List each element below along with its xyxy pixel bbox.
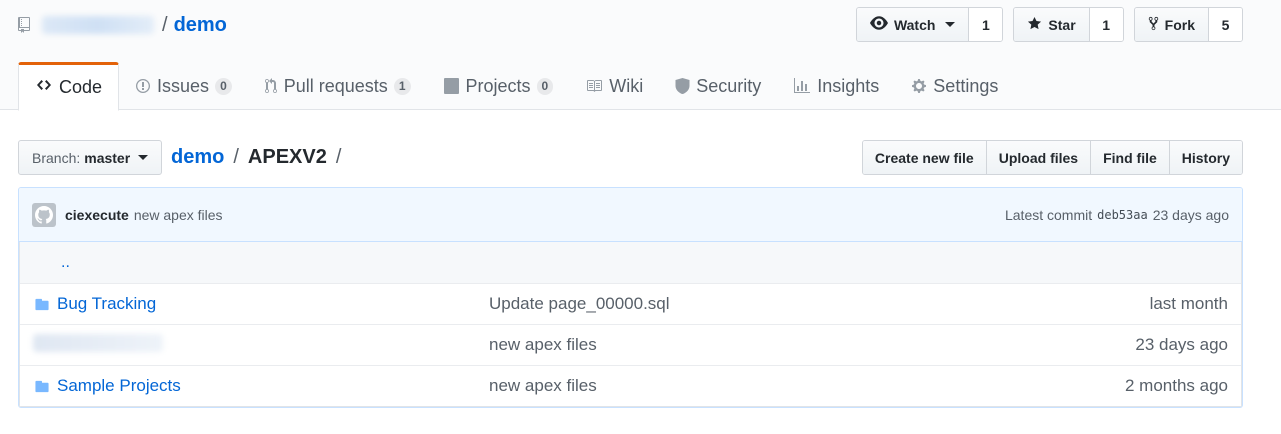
star-button[interactable]: Star <box>1014 8 1090 41</box>
gear-icon <box>911 78 927 94</box>
folder-icon <box>33 379 57 394</box>
branch-selector[interactable]: Branch: master <box>18 140 163 175</box>
file-age: 2 months ago <box>1124 376 1228 395</box>
book-icon <box>585 78 603 94</box>
file-name-link[interactable]: Sample Projects <box>57 376 489 396</box>
chevron-down-icon <box>138 155 149 160</box>
file-commit-message[interactable]: Update page_00000.sql <box>489 294 1150 314</box>
star-group: Star 1 <box>1013 7 1124 42</box>
star-count[interactable]: 1 <box>1089 8 1123 41</box>
latest-commit: Latest commit deb53aa 23 days ago <box>1005 207 1229 223</box>
pull-requests-counter: 1 <box>393 77 411 95</box>
repo-header: / demo Watch 1 Star 1 Fork 5 Code Issues… <box>0 0 1281 111</box>
tab-code[interactable]: Code <box>18 62 120 111</box>
redacted-block <box>33 333 163 352</box>
commit-tease: ciexecute new apex files Latest commit d… <box>19 188 1242 242</box>
star-icon <box>1027 16 1042 34</box>
tab-insights[interactable]: Insights <box>777 62 895 110</box>
branch-name: master <box>84 149 131 166</box>
parent-directory-link[interactable]: .. <box>61 254 70 272</box>
file-commit-message[interactable]: new apex files <box>489 376 1125 396</box>
breadcrumb-separator: / <box>233 146 239 168</box>
watch-count[interactable]: 1 <box>969 8 1003 41</box>
watch-label: Watch <box>893 16 936 33</box>
tab-label: Security <box>696 75 762 96</box>
breadcrumb-current: APEXV2 <box>247 146 327 168</box>
branch-label: Branch: <box>32 149 81 166</box>
repo-name-link[interactable]: demo <box>174 14 227 37</box>
fork-button[interactable]: Fork <box>1134 8 1209 41</box>
tab-label: Insights <box>817 75 880 96</box>
projects-counter: 0 <box>536 77 554 95</box>
tab-security[interactable]: Security <box>659 62 777 110</box>
commit-sha-link[interactable]: deb53aa <box>1097 208 1148 222</box>
watch-group: Watch 1 <box>855 7 1004 42</box>
tab-pull-requests[interactable]: Pull requests 1 <box>248 62 427 110</box>
file-browser: ciexecute new apex files Latest commit d… <box>18 187 1243 408</box>
tab-label: Code <box>59 77 103 97</box>
repo-owner-redacted[interactable] <box>42 16 154 34</box>
file-list: .. Bug Tracking Update page_00000.sql la… <box>19 242 1242 407</box>
repo-nav: Code Issues 0 Pull requests 1 Projects 0 <box>18 62 1014 111</box>
fork-icon <box>1148 16 1159 34</box>
issue-icon <box>135 78 151 94</box>
repo-title-separator: / <box>162 13 168 36</box>
file-actions: Create new file Upload files Find file H… <box>861 140 1243 175</box>
commit-message-link[interactable]: new apex files <box>134 207 223 223</box>
avatar[interactable] <box>32 202 56 227</box>
fork-count[interactable]: 5 <box>1209 8 1242 41</box>
fork-label: Fork <box>1164 16 1195 33</box>
star-label: Star <box>1048 16 1076 33</box>
breadcrumb-separator: / <box>335 146 342 168</box>
repo-actions: Watch 1 Star 1 Fork 5 <box>855 7 1243 42</box>
watch-button[interactable]: Watch <box>856 8 970 41</box>
eye-icon <box>869 16 888 33</box>
tab-settings[interactable]: Settings <box>895 62 1014 110</box>
tab-label: Projects <box>465 75 531 96</box>
graph-icon <box>793 78 811 94</box>
tab-label: Pull requests <box>283 75 388 96</box>
breadcrumb: demo / APEXV2 / <box>171 146 350 169</box>
chevron-down-icon <box>945 22 956 27</box>
file-age: last month <box>1149 294 1228 313</box>
tab-wiki[interactable]: Wiki <box>569 62 659 110</box>
file-name-redacted[interactable] <box>33 333 489 357</box>
code-icon <box>35 77 53 98</box>
tab-label: Settings <box>933 75 999 96</box>
table-row: Bug Tracking Update page_00000.sql last … <box>20 283 1241 324</box>
latest-commit-label: Latest commit <box>1004 206 1093 223</box>
create-new-file-button[interactable]: Create new file <box>862 141 987 174</box>
file-name-link[interactable]: Bug Tracking <box>57 294 489 314</box>
issues-counter: 0 <box>215 77 232 95</box>
table-row: new apex files 23 days ago <box>20 324 1241 365</box>
shield-icon <box>675 78 690 94</box>
parent-directory-row: .. <box>20 242 1241 283</box>
fork-group: Fork 5 <box>1133 7 1243 42</box>
table-row: Sample Projects new apex files 2 months … <box>20 365 1241 406</box>
repo-icon <box>18 15 34 35</box>
file-commit-message[interactable]: new apex files <box>489 335 1135 355</box>
tab-label: Wiki <box>609 75 644 96</box>
tab-projects[interactable]: Projects 0 <box>427 62 570 110</box>
tab-issues[interactable]: Issues 0 <box>119 62 248 110</box>
history-button[interactable]: History <box>1169 141 1242 174</box>
commit-author-link[interactable]: ciexecute <box>65 207 129 223</box>
project-icon <box>443 78 460 94</box>
file-age: 23 days ago <box>1135 335 1228 354</box>
folder-icon <box>33 297 57 312</box>
pull-request-icon <box>264 78 278 94</box>
repo-title: / demo <box>18 10 227 40</box>
tab-label: Issues <box>157 75 210 96</box>
upload-files-button[interactable]: Upload files <box>986 141 1092 174</box>
breadcrumb-root-link[interactable]: demo <box>171 146 224 169</box>
find-file-button[interactable]: Find file <box>1091 141 1170 174</box>
commit-age: 23 days ago <box>1152 206 1229 223</box>
